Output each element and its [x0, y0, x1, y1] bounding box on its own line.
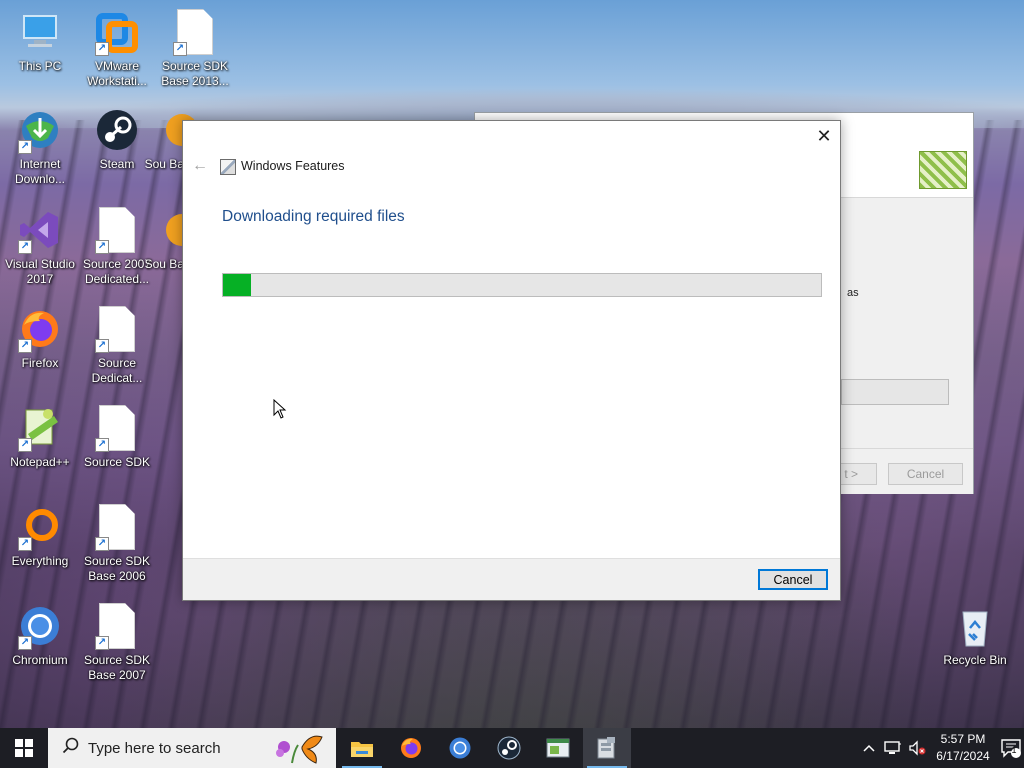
desktop-icon-label: Recycle Bin [943, 653, 1007, 667]
desktop-icon-label: Source SDK Base 2006 [83, 554, 151, 583]
start-button[interactable] [0, 728, 48, 768]
desktop-icon-source-sdk[interactable]: ↗ Source SDK [77, 404, 157, 470]
windows-features-dialog: ✕ ← Windows Features Downloading require… [182, 120, 841, 601]
volume-muted-icon[interactable] [906, 728, 928, 768]
setup-logo-icon [919, 151, 967, 189]
clock-date: 6/17/2024 [936, 749, 990, 763]
taskbar-chromium[interactable] [436, 728, 484, 768]
vmware-icon: ↗ [93, 8, 141, 56]
desktop-icon-everything[interactable]: ↗ Everything [0, 503, 80, 569]
shortcut-arrow-icon: ↗ [18, 140, 32, 154]
taskbar-steam[interactable] [485, 728, 533, 768]
background-window-text: as [847, 287, 859, 299]
visual-studio-icon: ↗ [16, 206, 64, 254]
shortcut-arrow-icon: ↗ [95, 42, 109, 56]
download-progress-fill [223, 274, 252, 296]
search-placeholder: Type here to search [88, 739, 221, 757]
desktop-icon-notepad-plus-plus[interactable]: ↗ Notepad++ [0, 404, 80, 470]
desktop-icon-source-sdk-base-2006[interactable]: ↗ Source SDK Base 2006 [77, 503, 157, 584]
action-center-icon[interactable]: 1 [998, 728, 1024, 768]
shortcut-arrow-icon: ↗ [173, 42, 187, 56]
windows-logo-icon [15, 739, 33, 757]
network-icon[interactable] [882, 728, 904, 768]
download-progress-bar [222, 273, 822, 297]
desktop-icon-chromium[interactable]: ↗ Chromium [0, 602, 80, 668]
windows-features-icon [597, 737, 615, 759]
desktop-icon-label: Source SDK Base 2013... [161, 59, 229, 88]
chromium-icon [449, 737, 471, 759]
desktop-icon-label: Notepad++ [10, 455, 70, 469]
search-icon [62, 737, 80, 760]
taskbar-windows-features[interactable] [583, 728, 631, 768]
firefox-icon: ↗ [16, 305, 64, 353]
desktop-icon-label: Source SDK [83, 455, 151, 469]
application-window-icon [546, 738, 570, 758]
desktop-icon-label: Firefox [21, 356, 59, 370]
dialog-footer: Cancel [183, 558, 840, 600]
desktop-icon-internet-download-manager[interactable]: ↗ Internet Downlo... [0, 106, 80, 187]
taskbar-firefox[interactable] [387, 728, 435, 768]
desktop-icon-label: Internet Downlo... [14, 157, 66, 186]
shortcut-arrow-icon: ↗ [18, 537, 32, 551]
shortcut-arrow-icon: ↗ [18, 339, 32, 353]
chromium-icon: ↗ [16, 602, 64, 650]
butterfly-flower-icon [276, 735, 323, 764]
back-arrow-icon[interactable]: ← [192, 157, 208, 175]
document-icon: ↗ [93, 404, 141, 452]
dialog-title: Windows Features [241, 159, 345, 173]
desktop-icon-label: This PC [18, 59, 62, 73]
desktop-icon-recycle-bin[interactable]: Recycle Bin [935, 602, 1015, 668]
shortcut-arrow-icon: ↗ [18, 438, 32, 452]
chevron-up-icon[interactable] [859, 728, 879, 768]
desktop-icon-label: Everything [11, 554, 69, 568]
idm-icon: ↗ [16, 106, 64, 154]
document-icon: ↗ [171, 8, 219, 56]
desktop-icon-label: Source Dedicat... [91, 356, 143, 385]
notification-count-badge: 1 [1011, 745, 1017, 755]
desktop-icon-label: Visual Studio 2017 [5, 257, 75, 286]
close-icon[interactable]: ✕ [808, 121, 840, 151]
cancel-button[interactable]: Cancel [758, 569, 828, 590]
shortcut-arrow-icon: ↗ [18, 636, 32, 650]
desktop-icon-source-sdk-base-2013[interactable]: ↗ Source SDK Base 2013... [155, 8, 235, 89]
shortcut-arrow-icon: ↗ [95, 438, 109, 452]
this-pc-icon [16, 8, 64, 56]
taskbar-notepad-plus-plus[interactable] [534, 728, 582, 768]
system-tray: 5:57 PM 6/17/2024 1 [824, 728, 1024, 768]
steam-icon [497, 736, 521, 760]
desktop-icon-label: Chromium [12, 653, 68, 667]
taskbar-file-explorer[interactable] [338, 728, 386, 768]
clock-time: 5:57 PM [940, 732, 986, 746]
taskbar-search-box[interactable]: Type here to search [48, 728, 336, 768]
background-window-input [841, 379, 949, 405]
recycle-bin-icon [951, 602, 999, 650]
notepad-plus-plus-icon: ↗ [16, 404, 64, 452]
shortcut-arrow-icon: ↗ [95, 240, 109, 254]
desktop-icon-source-sdk-base-2007[interactable]: ↗ Source SDK Base 2007 [77, 602, 157, 683]
shortcut-arrow-icon: ↗ [95, 636, 109, 650]
background-cancel-button[interactable]: Cancel [888, 463, 963, 485]
document-icon: ↗ [93, 305, 141, 353]
everything-icon: ↗ [16, 503, 64, 551]
desktop-icon-vmware[interactable]: ↗ VMware Workstati... [77, 8, 157, 89]
desktop-icon-label: VMware Workstati... [87, 59, 147, 88]
shortcut-arrow-icon: ↗ [95, 339, 109, 353]
desktop-icon-this-pc[interactable]: This PC [0, 8, 80, 74]
dialog-heading: Downloading required files [222, 208, 405, 225]
document-icon: ↗ [93, 503, 141, 551]
windows-features-icon [220, 159, 236, 175]
folder-icon [351, 742, 373, 757]
shortcut-arrow-icon: ↗ [18, 240, 32, 254]
shortcut-arrow-icon: ↗ [95, 537, 109, 551]
mouse-cursor-icon [273, 399, 287, 419]
desktop-icon-visual-studio[interactable]: ↗ Visual Studio 2017 [0, 206, 80, 287]
document-icon: ↗ [93, 602, 141, 650]
desktop-icon-label: Source SDK Base 2007 [83, 653, 151, 682]
firefox-icon [401, 738, 421, 758]
desktop-icon-firefox[interactable]: ↗ Firefox [0, 305, 80, 371]
taskbar-clock[interactable]: 5:57 PM 6/17/2024 [928, 731, 998, 765]
desktop-icon-source-dedicated[interactable]: ↗ Source Dedicat... [77, 305, 157, 386]
taskbar: Type here to search 5:57 PM 6/17/2024 1 [0, 728, 1024, 768]
